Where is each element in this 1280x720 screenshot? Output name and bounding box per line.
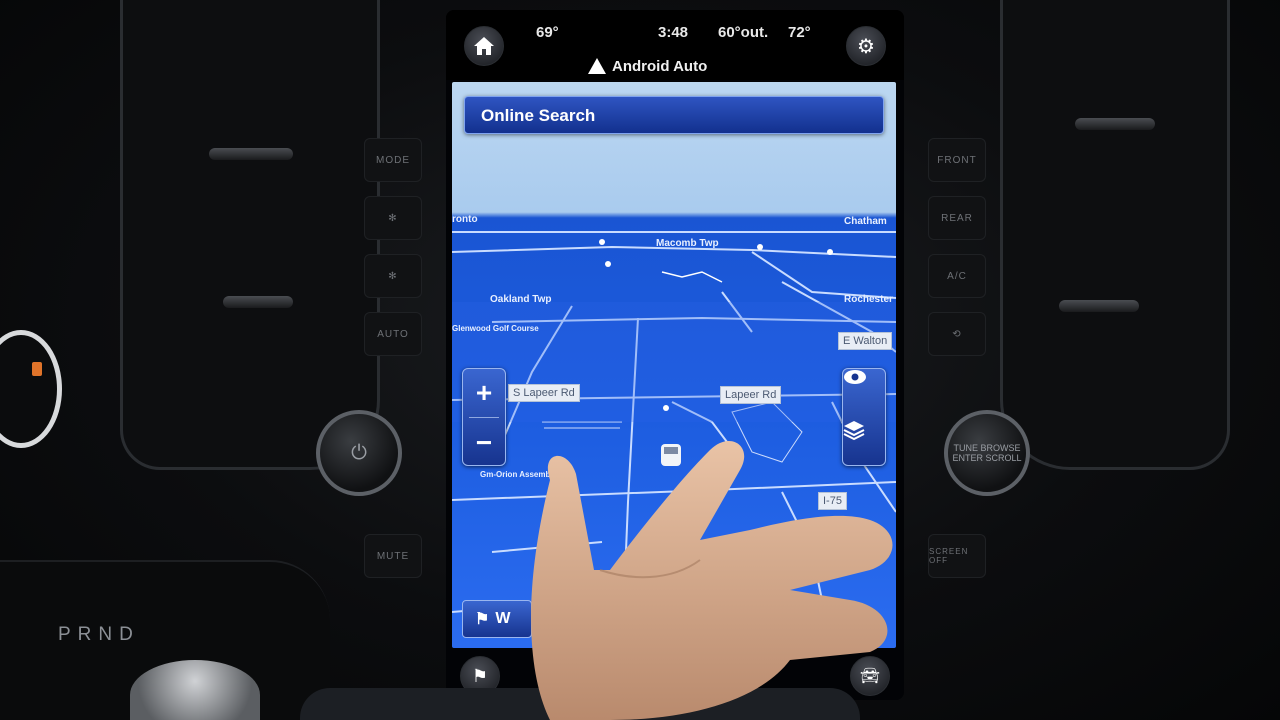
app-title: Android Auto (612, 57, 708, 75)
fan-up-button[interactable]: ✻ (364, 254, 422, 298)
rear-defrost-button[interactable]: REAR (928, 196, 986, 240)
recirculation-button[interactable]: ⟲ (928, 312, 986, 356)
gear-indicator: PRND (58, 624, 140, 645)
layers-icon (843, 421, 865, 441)
screen-off-button[interactable]: SCREEN OFF (928, 534, 986, 578)
mute-button[interactable]: MUTE (364, 534, 422, 578)
left-control-column: MODE ✻ ✻ AUTO MUTE (358, 40, 428, 600)
vent-slat (1075, 118, 1155, 130)
fan-down-button[interactable]: ✻ (364, 196, 422, 240)
knob-label: TUNE BROWSE ENTER SCROLL (952, 443, 1022, 463)
search-label: Online Search (481, 106, 596, 125)
warning-indicator (32, 362, 42, 376)
signpost-icon: ⚑ (475, 611, 490, 628)
home-icon (474, 37, 494, 55)
right-air-vent (1000, 0, 1230, 470)
navigation-map[interactable]: Online Search ronto Macomb Twp Chatham O… (452, 82, 896, 648)
road-label: I-75 (818, 492, 847, 510)
fan-icon: ✻ (388, 212, 398, 224)
left-air-vent (120, 0, 380, 470)
clock: 3:48 (658, 24, 689, 41)
home-button[interactable] (464, 26, 504, 66)
outside-temp: 60°out. (718, 24, 769, 41)
zoom-in-button[interactable]: + (463, 369, 505, 417)
road-label: S Lapeer Rd (508, 384, 580, 402)
signpost-icon: ⚑ (471, 665, 489, 686)
zoom-control: + − (462, 368, 506, 466)
infotainment-screen: 69° 3:48 60°out. 72° ⚙ Android Auto Onli… (446, 10, 904, 700)
zoom-out-button[interactable]: − (463, 419, 505, 467)
map-place-label: Glenwood Golf Course (452, 324, 539, 333)
layers-button[interactable] (843, 419, 885, 467)
map-roads (452, 231, 896, 648)
online-search-field[interactable]: Online Search (464, 96, 884, 134)
tune-browse-knob[interactable]: TUNE BROWSE ENTER SCROLL (944, 410, 1030, 496)
fan-icon: ✻ (388, 270, 398, 282)
ac-button[interactable]: A/C (928, 254, 986, 298)
status-bar: 69° 3:48 60°out. 72° ⚙ Android Auto (446, 10, 904, 80)
map-place-label: Chatham (844, 216, 887, 227)
volume-power-knob[interactable]: ⏻ (316, 410, 402, 496)
car-recirc-icon: ⟲ (952, 328, 962, 340)
driver-temp[interactable]: 69° (536, 24, 559, 41)
map-place-label: Macomb Twp (656, 238, 719, 249)
vent-slat (1059, 300, 1139, 312)
map-place-label: Gm-Orion Assembly (480, 470, 558, 479)
auto-climate-button[interactable]: AUTO (364, 312, 422, 356)
map-place-label: Oakland Twp (490, 294, 552, 305)
mode-button[interactable]: MODE (364, 138, 422, 182)
zoom-divider (469, 417, 499, 418)
android-auto-header: Android Auto (588, 56, 707, 76)
sleeve (300, 688, 860, 720)
where-to-label: W (495, 610, 511, 627)
eye-icon (844, 370, 866, 384)
front-defrost-button[interactable]: FRONT (928, 138, 986, 182)
vent-slat (223, 296, 293, 308)
vent-slat (209, 148, 293, 160)
settings-button[interactable]: ⚙ (846, 26, 886, 66)
map-view-control (842, 368, 886, 466)
vehicle-app-button[interactable]: 🚘︎ (850, 656, 890, 696)
passenger-temp[interactable]: 72° (788, 24, 811, 41)
view-mode-button[interactable] (843, 369, 885, 417)
car-icon: 🚘︎ (859, 668, 881, 685)
power-icon: ⏻ (351, 441, 367, 464)
android-auto-icon (588, 58, 606, 74)
map-place-label: ronto (452, 214, 478, 225)
right-control-column: FRONT REAR A/C ⟲ SCREEN OFF (922, 40, 992, 600)
gear-icon: ⚙ (857, 35, 875, 58)
where-to-button[interactable]: ⚑ W (462, 600, 532, 638)
road-label: Lapeer Rd (720, 386, 782, 404)
map-place-label: Rochester (844, 294, 893, 305)
road-label: E Walton (838, 332, 893, 350)
